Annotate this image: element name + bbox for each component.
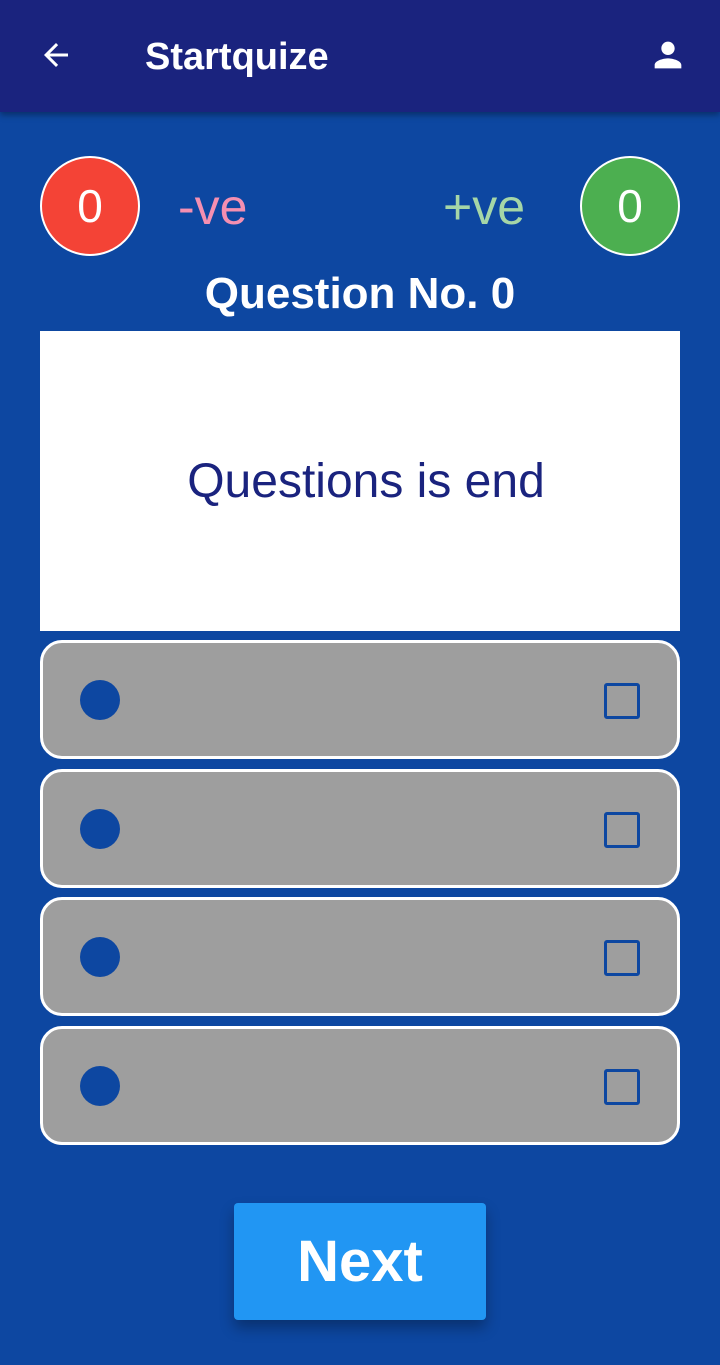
app-title: Startquize (145, 36, 329, 78)
bullet-icon (80, 809, 120, 849)
option-3[interactable] (40, 897, 680, 1016)
question-card: Questions is end (40, 331, 680, 631)
bullet-icon (80, 1066, 120, 1106)
negative-score-badge: 0 (40, 156, 140, 256)
option-checkbox[interactable] (604, 683, 640, 719)
option-checkbox[interactable] (604, 940, 640, 976)
option-4[interactable] (40, 1026, 680, 1145)
person-icon (648, 35, 688, 80)
arrow-back-icon (38, 37, 74, 78)
question-number: Question No. 0 (204, 269, 516, 318)
bullet-icon (80, 680, 120, 720)
next-button[interactable]: Next (234, 1203, 486, 1320)
bullet-icon (80, 937, 120, 977)
profile-button[interactable] (636, 30, 700, 84)
question-text: Questions is end (187, 454, 545, 508)
option-1[interactable] (40, 640, 680, 759)
back-button[interactable] (26, 30, 86, 84)
option-checkbox[interactable] (604, 1069, 640, 1105)
option-checkbox[interactable] (604, 812, 640, 848)
app-bar: Startquize (0, 0, 720, 112)
positive-score-badge: 0 (580, 156, 680, 256)
option-2[interactable] (40, 769, 680, 888)
positive-score-label: +ve (443, 179, 526, 235)
negative-score-label: -ve (178, 179, 248, 235)
